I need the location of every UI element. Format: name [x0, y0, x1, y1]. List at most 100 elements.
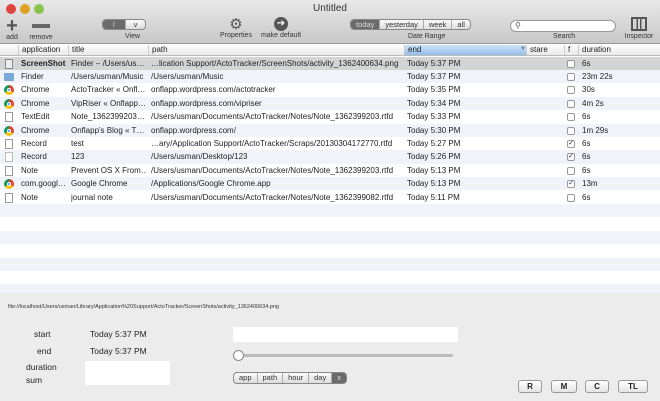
table-row[interactable]: Record 123/Users/usman/Desktop/123 Today 5… — [0, 150, 660, 164]
cell-duration: 13m — [582, 179, 598, 189]
f-checkbox[interactable] — [567, 193, 575, 202]
activity-table: application title path end ▼ stare f dura… — [0, 44, 660, 293]
table-row[interactable]: Finder/Users/usman/Music/Users/usman/Mus… — [0, 69, 660, 84]
cell-path: /Users/usman/Documents/ActoTracker/Notes… — [151, 112, 394, 122]
cell-application: Note — [21, 165, 38, 175]
f-checkbox[interactable] — [567, 113, 575, 122]
table-row[interactable]: Record test …ary/Application Support/ActoT… — [0, 137, 660, 150]
cell-title: Note_1362399203… — [71, 112, 145, 122]
sum-field[interactable] — [85, 373, 170, 385]
cell-path: …ary/Application Support/ActoTracker/Scr… — [151, 138, 393, 148]
date-range-control[interactable]: today yesterday week all — [350, 19, 471, 30]
table-row[interactable]: Note Prevent OS X From… /Users/usman/Docum… — [0, 164, 660, 177]
cell-end: Today 5:37 PM — [407, 71, 461, 81]
view-v-option[interactable]: v — [126, 20, 146, 29]
search-icon: ⚲ — [515, 21, 521, 30]
folder-icon — [4, 72, 14, 81]
f-checkbox[interactable] — [567, 59, 575, 68]
sort-descending-icon: ▼ — [520, 46, 526, 52]
arrow-right-icon: ➔ — [274, 17, 288, 31]
date-option-week[interactable]: week — [424, 20, 453, 29]
slider-thumb[interactable] — [233, 350, 244, 361]
columns-icon — [631, 17, 647, 31]
column-header-application[interactable]: application — [18, 45, 68, 55]
cell-path: onflapp.wordpress.com/ — [151, 125, 236, 135]
search-label: Search — [553, 33, 576, 40]
table-header: application title path end ▼ stare f dura… — [0, 44, 660, 56]
view-list-option[interactable]: l — [103, 20, 126, 29]
cell-end: Today 5:13 PM — [407, 179, 461, 189]
properties-button[interactable]: ⚙ Properties — [218, 17, 254, 39]
table-row[interactable]: ScreenShot Finder – /Users/us… …lication S… — [0, 56, 660, 70]
cell-end: Today 5:33 PM — [407, 112, 461, 122]
table-row[interactable]: TextEdit Note_1362399203… /Users/usman/Doc… — [0, 110, 660, 123]
cell-duration: 6s — [582, 165, 591, 175]
column-header-path[interactable]: path — [148, 45, 404, 55]
cell-title: Google Chrome — [71, 179, 128, 189]
cell-application: ScreenShot — [21, 58, 66, 68]
table-row[interactable]: Chrome ActoTracker « Onfl… onflapp.wordpre… — [0, 83, 660, 96]
cell-duration: 4m 2s — [582, 98, 604, 108]
inspector-button[interactable]: Inspector — [622, 17, 656, 40]
column-header-end[interactable]: end ▼ — [404, 45, 526, 55]
group-option-hour[interactable]: hour — [283, 373, 310, 383]
cell-title: Finder – /Users/us… — [71, 58, 145, 68]
cell-title: /Users/usman/Music — [71, 71, 144, 81]
end-label: end — [37, 346, 52, 356]
cell-application: Finder — [21, 71, 44, 81]
properties-label: Properties — [220, 32, 252, 39]
cell-duration: 6s — [582, 138, 591, 148]
cell-application: Record — [21, 152, 47, 162]
empty-row — [0, 284, 660, 293]
table-row[interactable]: Chrome Onflapp's Blog « T… onflapp.wordpre… — [0, 123, 660, 137]
table-row[interactable]: Note journal note/Users/usman/Documents/A… — [0, 191, 660, 204]
make-default-button[interactable]: ➔ make default — [258, 17, 304, 39]
f-checkbox[interactable] — [567, 99, 575, 108]
column-header-title[interactable]: title — [68, 45, 148, 55]
group-option-path[interactable]: path — [258, 373, 284, 383]
cell-end: Today 5:26 PM — [407, 152, 461, 162]
remove-button[interactable]: remove — [28, 18, 54, 41]
add-button[interactable]: + add — [4, 16, 20, 41]
f-checkbox[interactable] — [567, 86, 575, 95]
m-button[interactable]: M — [551, 380, 577, 393]
note-field[interactable] — [233, 327, 458, 342]
document-icon — [5, 138, 13, 149]
group-option-day[interactable]: day — [309, 373, 333, 383]
column-header-duration[interactable]: duration — [578, 45, 660, 55]
f-checkbox[interactable]: ✓ — [567, 153, 575, 162]
group-by-control[interactable]: app path hour day x — [233, 372, 347, 384]
date-option-yesterday[interactable]: yesterday — [380, 20, 424, 29]
cell-duration: 30s — [582, 85, 595, 95]
duration-field[interactable] — [85, 361, 170, 373]
column-header-f[interactable]: f — [564, 45, 578, 55]
minus-icon — [32, 24, 50, 28]
make-default-label: make default — [260, 32, 302, 39]
search-input[interactable]: ⚲ — [510, 20, 616, 32]
tl-button[interactable]: TL — [618, 380, 648, 393]
column-header-icon[interactable] — [0, 45, 18, 55]
cell-path: onflapp.wordpress.com/actotracker — [151, 85, 276, 95]
cell-path: /Users/usman/Music — [151, 71, 224, 81]
group-option-x[interactable]: x — [332, 373, 346, 383]
view-segmented-control[interactable]: l v — [102, 19, 147, 30]
column-header-stare[interactable]: stare — [526, 45, 564, 55]
table-row[interactable]: com.googl… Google Chrome/Applications/Goo… — [0, 177, 660, 191]
f-checkbox[interactable] — [567, 72, 575, 81]
table-row[interactable]: Chrome VipRiser « Onflapp… onflapp.wordpre… — [0, 96, 660, 111]
f-checkbox[interactable]: ✓ — [567, 139, 575, 148]
r-button[interactable]: R — [518, 380, 542, 393]
slider-track[interactable] — [237, 354, 453, 357]
cell-title: Prevent OS X From… — [71, 165, 147, 175]
c-button[interactable]: C — [585, 380, 609, 393]
date-option-today[interactable]: today — [351, 20, 381, 29]
end-value: Today 5:37 PM — [90, 346, 147, 356]
empty-row — [0, 244, 660, 257]
f-checkbox[interactable]: ✓ — [567, 180, 575, 189]
date-option-all[interactable]: all — [452, 20, 470, 29]
group-option-app[interactable]: app — [234, 373, 258, 383]
f-checkbox[interactable] — [567, 126, 575, 135]
cell-path: /Users/usman/Desktop/123 — [151, 152, 248, 162]
f-checkbox[interactable] — [567, 166, 575, 175]
cell-title: ActoTracker « Onfl… — [71, 85, 146, 95]
